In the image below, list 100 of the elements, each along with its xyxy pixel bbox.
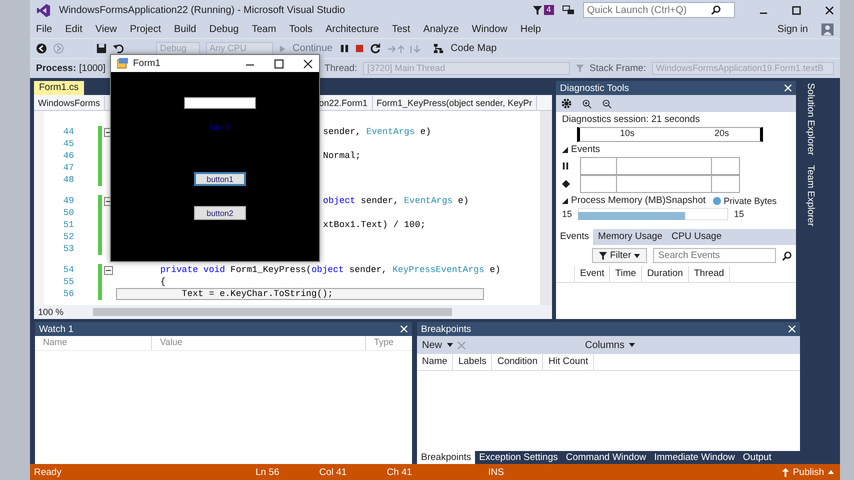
tab[interactable]: Exception Settings	[475, 451, 562, 464]
settings-icon[interactable]	[561, 98, 572, 109]
menu-item[interactable]: Test	[392, 24, 410, 34]
line-number: 46	[62, 151, 74, 161]
filter-icon	[599, 252, 607, 260]
line-indicator: Ln 56	[255, 466, 280, 478]
column-header[interactable]: Condition	[492, 354, 544, 370]
app-window[interactable]: Form1 label1 button1 button2	[110, 54, 320, 262]
save-icon[interactable]	[96, 43, 107, 54]
menu-item[interactable]: Analyze	[423, 24, 459, 34]
app-logo-icon	[36, 2, 51, 18]
thread-label: Thread:	[324, 63, 358, 74]
restart-icon[interactable]	[370, 43, 381, 54]
column-header[interactable]: Name	[417, 354, 454, 370]
tab[interactable]: CPU Usage	[667, 229, 726, 245]
account-icon[interactable]	[821, 22, 834, 36]
sign-in-link[interactable]: Sign in	[777, 24, 808, 34]
line-number: 49	[62, 196, 74, 206]
zoom-in-icon[interactable]	[582, 98, 592, 108]
caret-icon[interactable]	[447, 343, 454, 347]
maximize-icon[interactable]	[274, 58, 284, 68]
axis-label: 15	[734, 209, 744, 219]
menu-item[interactable]: File	[36, 24, 52, 34]
line-number: 50	[62, 208, 74, 218]
filter-dropdown[interactable]: Filter	[592, 248, 648, 263]
columns-dropdown[interactable]: Columns	[584, 340, 626, 350]
close-icon[interactable]	[825, 6, 834, 14]
side-tab[interactable]: Solution Explorer	[800, 83, 816, 156]
column-header[interactable]: Labels	[453, 354, 492, 370]
column-header[interactable]: Type	[366, 336, 412, 350]
scrollbar[interactable]	[93, 308, 452, 316]
editor-tab[interactable]: Form1.cs	[34, 81, 84, 95]
zoom-out-icon[interactable]	[602, 98, 612, 108]
code-line: xtBox1.Text) / 100;	[323, 220, 426, 230]
column-header[interactable]: Event	[575, 266, 610, 282]
column-header[interactable]: Hit Count	[543, 354, 594, 370]
publish-button[interactable]: Publish	[792, 466, 824, 478]
tab[interactable]: Immediate Window	[650, 451, 739, 464]
menu-item[interactable]: View	[95, 24, 117, 34]
quick-launch-field[interactable]: Quick Launch (Ctrl+Q)	[583, 2, 735, 18]
panel-title: Breakpoints	[421, 324, 472, 334]
timeline-ruler[interactable]: 10s 20s	[577, 127, 763, 142]
menu-item[interactable]: Architecture	[326, 24, 379, 34]
tab[interactable]: Command Window	[562, 451, 650, 464]
member-dropdown[interactable]: Form1_KeyPress(object sender, KeyPr	[372, 96, 538, 110]
axis-label: 15	[562, 209, 572, 219]
stop-icon[interactable]	[354, 44, 364, 53]
tab[interactable]: Memory Usage	[594, 229, 666, 245]
scrollbar[interactable]	[540, 111, 552, 305]
form-button[interactable]: button2	[194, 206, 246, 220]
code-map-button[interactable]: Code Map	[450, 43, 498, 54]
maximize-icon[interactable]	[792, 6, 801, 14]
menu-item[interactable]: Window	[472, 24, 508, 34]
column-header[interactable]: Name	[35, 336, 152, 350]
search-field[interactable]: Search Events	[653, 248, 776, 263]
filter-icon[interactable]	[532, 6, 542, 14]
line-number: 51	[62, 220, 74, 230]
back-icon[interactable]	[36, 43, 47, 54]
close-icon[interactable]	[303, 58, 313, 68]
menu-item[interactable]: Edit	[65, 24, 82, 34]
column-header[interactable]: Duration	[642, 266, 689, 282]
zoom-dropdown[interactable]: 100 %	[34, 307, 93, 317]
project-dropdown[interactable]: WindowsForms	[34, 96, 106, 110]
new-dropdown[interactable]: New	[421, 340, 444, 350]
side-tab[interactable]: Team Explorer	[800, 165, 816, 227]
undo-icon[interactable]	[113, 43, 124, 54]
line-number: 44	[62, 127, 74, 137]
column-header[interactable]: Time	[610, 266, 642, 282]
panel-title: Watch 1	[39, 324, 74, 334]
code-line: {	[159, 277, 166, 287]
menu-item[interactable]: Help	[520, 24, 541, 34]
column-header[interactable]: Thread	[688, 266, 730, 282]
menu-item[interactable]: Debug	[209, 24, 239, 34]
form-button[interactable]: button1	[194, 172, 246, 186]
expand-icon[interactable]	[562, 146, 568, 152]
process-value[interactable]: [1000]	[79, 63, 106, 74]
menu-item[interactable]: Team	[252, 24, 276, 34]
up-arrow-icon[interactable]	[782, 468, 789, 476]
feedback-icon[interactable]	[562, 4, 575, 16]
insert-mode-indicator: INS	[488, 466, 504, 478]
expand-icon[interactable]	[562, 198, 568, 204]
text-field[interactable]	[184, 97, 256, 109]
tab[interactable]: Events	[556, 229, 594, 245]
notification-badge[interactable]: 4	[544, 5, 554, 15]
line-number: 55	[62, 277, 74, 287]
collapse-icon[interactable]	[104, 266, 113, 274]
menu-item[interactable]: Build	[174, 24, 196, 34]
menu-item[interactable]: Tools	[289, 24, 313, 34]
tab[interactable]: Breakpoints	[417, 451, 476, 464]
caret-icon[interactable]	[629, 343, 636, 347]
line-number: 54	[62, 265, 74, 275]
legend-dot	[712, 196, 721, 204]
status-text: Ready	[34, 466, 62, 478]
search-icon[interactable]	[711, 5, 721, 15]
menu-item[interactable]: Project	[130, 24, 161, 34]
hierarchy-icon[interactable]	[432, 43, 444, 54]
column-header[interactable]: Value	[152, 336, 366, 350]
search-icon[interactable]	[782, 250, 792, 260]
tab[interactable]: Output	[738, 451, 776, 464]
pause-icon[interactable]	[340, 44, 349, 53]
